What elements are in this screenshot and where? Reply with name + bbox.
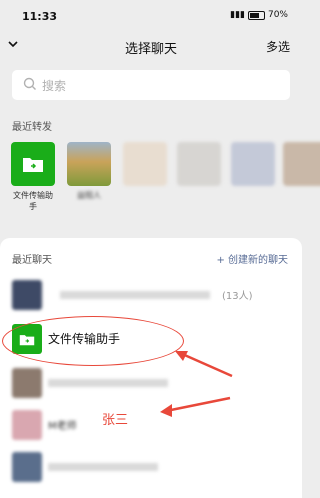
forward-item-file-transfer[interactable]: 文件传输助手 bbox=[10, 142, 56, 212]
recent-forward-list: 文件传输助手 益阳人 bbox=[0, 142, 320, 211]
forward-item[interactable] bbox=[230, 142, 276, 190]
annotation-arrow bbox=[179, 351, 233, 378]
forward-avatar bbox=[67, 142, 111, 186]
annotation-label: 张三 bbox=[102, 413, 129, 428]
forward-avatar bbox=[123, 142, 167, 186]
annotation-arrows bbox=[160, 351, 233, 417]
forward-avatar bbox=[177, 142, 221, 186]
multi-select-button[interactable]: 多选 bbox=[266, 38, 290, 55]
forward-item[interactable]: 益阳人 bbox=[66, 142, 112, 201]
search-input[interactable]: 搜索 bbox=[12, 70, 290, 100]
forward-item[interactable] bbox=[122, 142, 168, 190]
battery-percent: 70% bbox=[267, 10, 288, 20]
forward-avatar bbox=[231, 142, 275, 186]
forward-avatar bbox=[283, 142, 320, 186]
status-bar: 11:33 ▮▮▮ 70% bbox=[0, 0, 302, 34]
signal-icon: ▮▮▮ bbox=[230, 10, 245, 20]
status-icons: ▮▮▮ 70% bbox=[230, 10, 288, 20]
forward-item-label: 文件传输助手 bbox=[13, 191, 53, 211]
folder-icon bbox=[11, 142, 55, 186]
forward-item[interactable] bbox=[282, 142, 320, 190]
annotation-arrow bbox=[165, 396, 231, 413]
forward-item-label: 益阳人 bbox=[77, 191, 101, 200]
annotation-arrowhead bbox=[160, 404, 172, 417]
recent-forward-heading: 最近转发 bbox=[12, 122, 52, 133]
search-placeholder: 搜索 bbox=[42, 79, 67, 93]
search-icon bbox=[22, 76, 38, 92]
forward-item[interactable] bbox=[176, 142, 222, 190]
page-title: 选择聊天 bbox=[124, 42, 177, 57]
recent-chat-panel: 最近聊天 + 创建新的聊天 (13人) 文件传输助手 M老师 张三 bbox=[0, 238, 302, 498]
status-time: 11:33 bbox=[22, 10, 58, 23]
battery-icon bbox=[247, 10, 265, 20]
header: 选择聊天 多选 bbox=[0, 34, 302, 60]
